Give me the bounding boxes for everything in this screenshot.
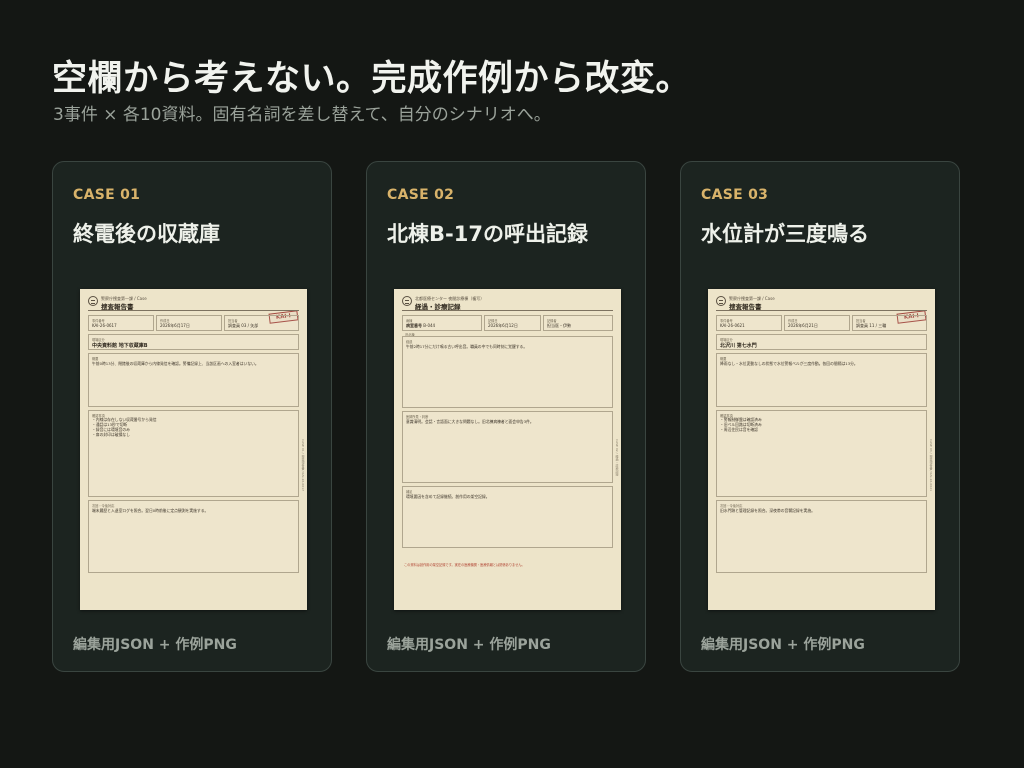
summary-text: 降雨なし・水位変動なしの状態で水位警報ベルが三度作動。各回の間隔は13分。 [720, 361, 858, 366]
document-preview[interactable]: 北都医療センター 夜間診療棟（複写） 経過・診療記録 病棟 病室番号 B-044… [394, 289, 621, 610]
field-date: 作成日 2026年6月17日 [156, 315, 222, 331]
page-title: 空欄から考えない。完成作例から改変。 [52, 59, 692, 99]
card-footer: 編集用JSON + 作例PNG [387, 637, 551, 653]
case-card-03[interactable]: CASE 03 水位計が三度鳴る 警察庁捜査第一課 / Case 捜査報告書 K… [680, 161, 960, 672]
case-label: CASE 02 [387, 187, 455, 203]
section-notes: 補足 環境要因を含めて記録継続。創作用の架空記録。 [402, 486, 613, 548]
field-officer: 担当者 調査員 03 / 矢部 [224, 315, 299, 331]
card-footer: 編集用JSON + 作例PNG [701, 637, 865, 653]
case-title: 水位計が三度鳴る [701, 222, 869, 246]
section-findings: 医師所見・判断 意識清明。会話・言語面に大きな問題なし。旧北棟病棟者と面会申告3… [402, 411, 613, 483]
section-findings: 確認事項 ・内線は存在しない収蔵番号から発信 ・通話は13秒で切断 ・録音には環… [88, 410, 299, 497]
case-label: CASE 03 [701, 187, 769, 203]
field-value: 病室番号 B-044 [406, 323, 435, 329]
side-note: CASE 03 / 捜査報告書 / KAI-26-0621 [929, 439, 933, 492]
next-text: 旧水門跡と管理記録を照合。深夜帯の音響記録を実施。 [720, 508, 815, 513]
location-name: 中央資料館 地下収蔵庫B [92, 343, 148, 349]
field-date: 記録日 2026年6月12日 [484, 315, 541, 331]
emblem-icon [716, 296, 726, 306]
next-text: 端末履歴と入退室ログを照合。翌日0時前後に定点観測を実施する。 [92, 508, 209, 513]
case-card-02[interactable]: CASE 02 北棟B-17の呼出記録 北都医療センター 夜間診療棟（複写） 経… [366, 161, 646, 672]
emblem-icon [88, 296, 98, 306]
case-label: CASE 01 [73, 187, 141, 203]
section-next: 次回・今後対応 端末履歴と入退室ログを照合。翌日0時前後に定点観測を実施する。 [88, 500, 299, 573]
field-case-number: 事件番号 KAI-26-0617 [88, 315, 154, 331]
field-value: KAI-26-0617 [92, 323, 117, 328]
list-item: ・扉の封印は破損なし [92, 432, 130, 437]
location-name: 北沢川 第七水門 [720, 343, 757, 349]
case-card-01[interactable]: CASE 01 終電後の収蔵庫 警察庁捜査第一課 / Case 捜査報告書 KA… [52, 161, 332, 672]
side-note: CASE 02 / 経過・診療記録 [615, 439, 619, 476]
disclaimer: この資料は創作用の架空記録です。実在の医療機関・医療情報とは関係ありません。 [404, 563, 525, 567]
field-recorder: 記録者 担当医・伊勢 [543, 315, 613, 331]
section-summary: 概要 降雨なし・水位変動なしの状態で水位警報ベルが三度作動。各回の間隔は13分。 [716, 353, 927, 407]
field-value: 調査員 11 / 三輪 [856, 323, 887, 328]
divider [88, 310, 299, 311]
divider [402, 310, 613, 311]
page-subtitle: 3事件 × 各10資料。固有名詞を差し替えて、自分のシナリオへ。 [53, 105, 551, 125]
field-room: 病棟 病室番号 B-044 [402, 315, 482, 331]
field-value: 調査員 03 / 矢部 [228, 323, 259, 328]
section-findings: 確認事項 ・警報制御盤は確認済み ・旧ベル回路は切断済み ・周辺住民は音を確認 [716, 410, 927, 497]
field-value: 2026年6月12日 [488, 323, 518, 328]
list-item: ・周辺住民は音を確認 [720, 427, 758, 432]
side-note: CASE 01 / 捜査報告書 / KAI-26-0617 [301, 439, 305, 492]
field-location: 現場区分 中央資料館 地下収蔵庫B [88, 334, 299, 350]
case-title: 終電後の収蔵庫 [73, 222, 220, 246]
field-value: KAI-26-0621 [720, 323, 745, 328]
document-preview[interactable]: 警察庁捜査第一課 / Case 捜査報告書 KAI-I 事件番号 KAI-26-… [708, 289, 935, 610]
notes-text: 環境要因を含めて記録継続。創作用の架空記録。 [406, 494, 490, 499]
case-title: 北棟B-17の呼出記録 [387, 222, 588, 246]
findings-text: 意識清明。会話・言語面に大きな問題なし。旧北棟病棟者と面会申告3件。 [406, 419, 534, 424]
summary-text: 午前2時17分にだけ鳴る古い呼出音。職員の中でも同時刻に覚醒する。 [406, 344, 528, 349]
emblem-icon [402, 296, 412, 306]
room-label: 病室番号 [406, 323, 422, 328]
field-case-number: 事件番号 KAI-26-0621 [716, 315, 782, 331]
findings-list: ・警報制御盤は確認済み ・旧ベル回路は切断済み ・周辺住民は音を確認 [720, 417, 923, 432]
section-summary: 経過 午前2時17分にだけ鳴る古い呼出音。職員の中でも同時刻に覚醒する。 [402, 336, 613, 408]
field-date: 作成日 2026年6月21日 [784, 315, 850, 331]
section-summary: 概要 午前0時13分、閉館後の収蔵庫から内線発信を確認。警備記録上、当該区画への… [88, 353, 299, 407]
field-value: 2026年6月17日 [160, 323, 190, 328]
summary-text: 午前0時13分、閉館後の収蔵庫から内線発信を確認。警備記録上、当該区画への入室者… [92, 361, 259, 366]
findings-list: ・内線は存在しない収蔵番号から発信 ・通話は13秒で切断 ・録音には環境音のみ … [92, 417, 295, 437]
divider [716, 310, 927, 311]
field-location: 現場区分 北沢川 第七水門 [716, 334, 927, 350]
section-next: 次回・今後対応 旧水門跡と管理記録を照合。深夜帯の音響記録を実施。 [716, 500, 927, 573]
field-value: 2026年6月21日 [788, 323, 818, 328]
field-officer: 担当者 調査員 11 / 三輪 [852, 315, 927, 331]
card-footer: 編集用JSON + 作例PNG [73, 637, 237, 653]
room-number: B-044 [423, 323, 436, 328]
document-preview[interactable]: 警察庁捜査第一課 / Case 捜査報告書 KAI-I 事件番号 KAI-26-… [80, 289, 307, 610]
field-value: 担当医・伊勢 [547, 323, 571, 328]
